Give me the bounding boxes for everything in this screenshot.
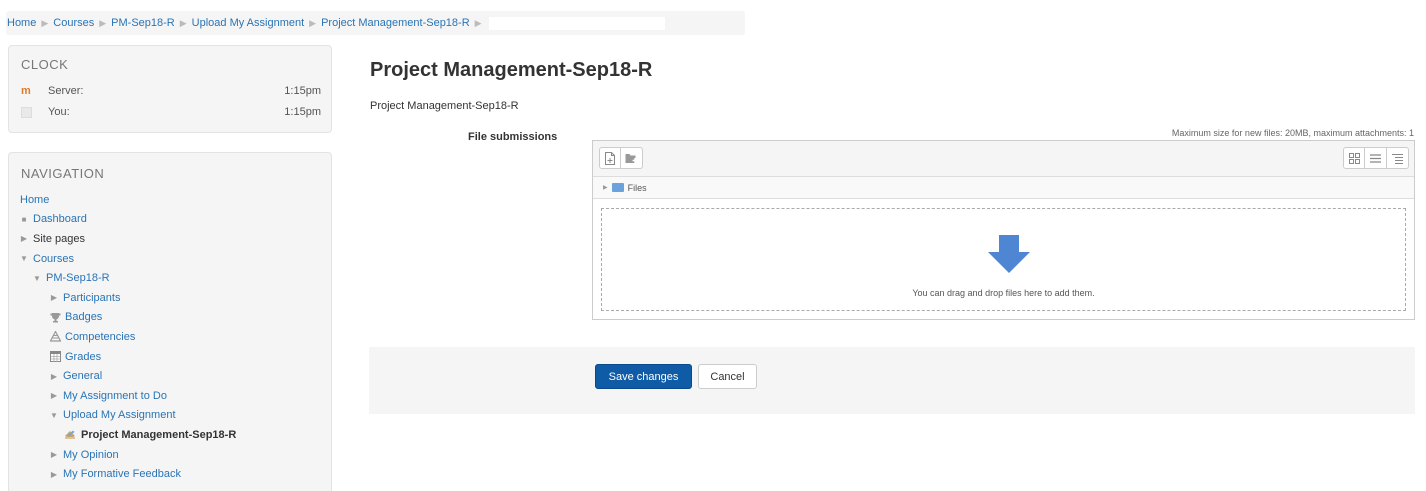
- list-view-icon: [1370, 153, 1381, 163]
- clock-user-row: You: 1:15pm: [21, 104, 321, 120]
- breadcrumb-courses[interactable]: Courses: [53, 17, 94, 29]
- nav-item-badges[interactable]: Badges: [20, 308, 236, 328]
- collapsed-arrow-icon[interactable]: ▶: [50, 391, 58, 400]
- breadcrumb: Home ▶ Courses ▶ PM-Sep18-R ▶ Upload My …: [6, 11, 745, 35]
- nav-item-label[interactable]: Badges: [65, 311, 102, 323]
- nav-item-upload-assignment[interactable]: ▼ Upload My Assignment: [20, 406, 236, 426]
- add-file-icon: [605, 151, 615, 165]
- nav-item-participants[interactable]: ▶ Participants: [20, 288, 236, 308]
- clock-server-time: 1:15pm: [284, 85, 321, 97]
- nav-item-general[interactable]: ▶ General: [20, 366, 236, 386]
- expanded-arrow-icon[interactable]: ▼: [33, 274, 41, 283]
- create-folder-icon: [625, 154, 638, 163]
- nav-item-courses[interactable]: ▼ Courses: [20, 249, 236, 269]
- nav-item-my-opinion[interactable]: ▶ My Opinion: [20, 445, 236, 465]
- clock-user-label: You:: [48, 106, 70, 118]
- nav-item-home[interactable]: Home: [20, 190, 236, 210]
- breadcrumb-current: [488, 16, 665, 30]
- clock-block: CLOCK m Server: 1:15pm You: 1:15pm: [8, 45, 332, 133]
- clock-block-title: CLOCK: [21, 57, 69, 72]
- grades-icon: [50, 351, 61, 363]
- breadcrumb-separator-icon: ▶: [309, 17, 317, 28]
- file-drop-zone[interactable]: You can drag and drop files here to add …: [601, 208, 1406, 311]
- folder-icon: [611, 183, 624, 192]
- breadcrumb-separator-icon: ▶: [179, 17, 187, 28]
- navigation-block: NAVIGATION Home ■ Dashboard ▶ Site pages…: [8, 152, 332, 491]
- nav-item-label[interactable]: Project Management-Sep18-R: [81, 429, 236, 441]
- collapsed-arrow-icon[interactable]: ▶: [20, 234, 28, 243]
- view-list-button[interactable]: [1365, 147, 1387, 169]
- path-arrow-icon: ▶: [603, 185, 608, 191]
- nav-item-grades[interactable]: Grades: [20, 347, 236, 367]
- view-icons-button[interactable]: [1343, 147, 1365, 169]
- breadcrumb-course[interactable]: PM-Sep18-R: [111, 17, 175, 29]
- nav-item-dashboard[interactable]: ■ Dashboard: [20, 210, 236, 230]
- page-title: Project Management-Sep18-R: [370, 59, 653, 81]
- assignment-icon: [64, 429, 75, 440]
- nav-item-course[interactable]: ▼ PM-Sep18-R: [20, 268, 236, 288]
- form-actions: Save changes Cancel: [369, 347, 1415, 414]
- file-manager-toolbar: [593, 141, 1414, 177]
- breadcrumb-separator-icon: ▶: [474, 17, 482, 28]
- view-tree-button[interactable]: [1387, 147, 1409, 169]
- collapsed-arrow-icon[interactable]: ▶: [50, 372, 58, 381]
- page-subtitle: Project Management-Sep18-R: [370, 100, 519, 112]
- clock-server-label: Server:: [48, 85, 84, 97]
- collapsed-arrow-icon[interactable]: ▶: [50, 470, 58, 479]
- breadcrumb-assignment[interactable]: Project Management-Sep18-R: [321, 17, 470, 29]
- nav-item-formative-feedback[interactable]: ▶ My Formative Feedback: [20, 464, 236, 484]
- trophy-icon: [50, 312, 61, 323]
- competency-icon: [49, 330, 62, 343]
- moodle-m-icon: m: [21, 84, 31, 97]
- expanded-arrow-icon[interactable]: ▼: [50, 411, 58, 420]
- nav-item-label[interactable]: General: [63, 370, 102, 382]
- breadcrumb-home[interactable]: Home: [7, 17, 36, 29]
- drop-arrow-icon: [988, 235, 1030, 273]
- nav-item-site-pages[interactable]: ▶ Site pages: [20, 229, 236, 249]
- file-path-bar[interactable]: ▶ Files: [593, 177, 1414, 199]
- file-submissions-label: File submissions: [468, 131, 558, 143]
- breadcrumb-separator-icon: ▶: [99, 17, 107, 28]
- user-icon: [21, 106, 32, 118]
- nav-item-label[interactable]: Dashboard: [33, 213, 87, 225]
- navigation-block-title: NAVIGATION: [21, 166, 105, 181]
- nav-item-label[interactable]: Grades: [65, 351, 101, 363]
- breadcrumb-separator-icon: ▶: [41, 17, 49, 28]
- file-manager: ▶ Files You can drag and drop files here…: [592, 140, 1415, 320]
- nav-item-label[interactable]: Participants: [63, 292, 120, 304]
- clock-server-row: m Server: 1:15pm: [21, 83, 321, 99]
- breadcrumb-section[interactable]: Upload My Assignment: [192, 17, 305, 29]
- collapsed-arrow-icon[interactable]: ▶: [50, 293, 58, 302]
- cancel-button[interactable]: Cancel: [698, 364, 757, 389]
- bullet-icon: ■: [21, 214, 27, 224]
- path-files-label[interactable]: Files: [628, 183, 647, 193]
- nav-item-current-assignment[interactable]: Project Management-Sep18-R: [20, 425, 236, 445]
- grid-view-icon: [1348, 152, 1360, 164]
- nav-item-competencies[interactable]: Competencies: [20, 327, 236, 347]
- nav-item-label[interactable]: Site pages: [33, 233, 85, 245]
- nav-item-label[interactable]: Upload My Assignment: [63, 409, 176, 421]
- collapsed-arrow-icon[interactable]: ▶: [50, 450, 58, 459]
- nav-item-label[interactable]: My Formative Feedback: [63, 468, 181, 480]
- nav-item-label[interactable]: My Opinion: [63, 449, 119, 461]
- navigation-tree: Home ■ Dashboard ▶ Site pages ▼ Courses …: [20, 190, 236, 484]
- max-size-note: Maximum size for new files: 20MB, maximu…: [1171, 128, 1414, 138]
- expanded-arrow-icon[interactable]: ▼: [20, 254, 28, 263]
- clock-user-time: 1:15pm: [284, 106, 321, 118]
- nav-item-label[interactable]: Competencies: [65, 331, 135, 343]
- create-folder-button[interactable]: [621, 147, 643, 169]
- drop-zone-text: You can drag and drop files here to add …: [912, 288, 1095, 298]
- save-changes-button[interactable]: Save changes: [595, 364, 692, 389]
- add-file-button[interactable]: [599, 147, 621, 169]
- nav-item-label[interactable]: PM-Sep18-R: [46, 272, 110, 284]
- nav-item-label[interactable]: My Assignment to Do: [63, 390, 167, 402]
- tree-view-icon: [1392, 153, 1403, 164]
- nav-item-assignment-to-do[interactable]: ▶ My Assignment to Do: [20, 386, 236, 406]
- nav-item-label[interactable]: Home: [20, 194, 49, 206]
- nav-item-label[interactable]: Courses: [33, 253, 74, 265]
